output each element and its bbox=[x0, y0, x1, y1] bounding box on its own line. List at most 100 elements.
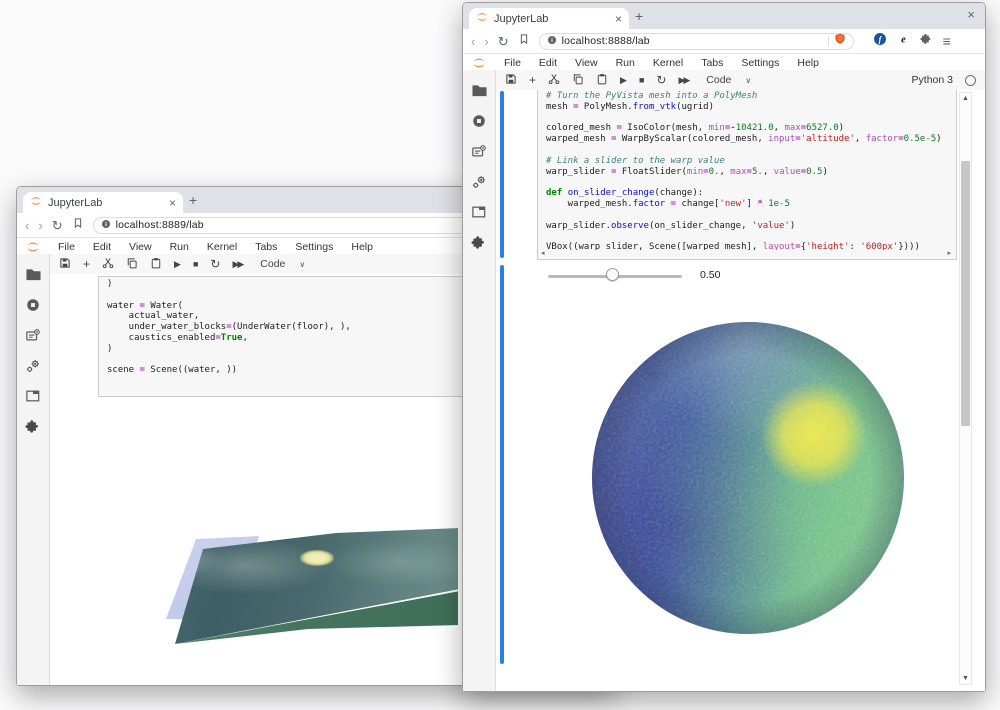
forward-button[interactable]: › bbox=[484, 35, 488, 48]
menu-tabs[interactable]: Tabs bbox=[246, 241, 286, 253]
menu-settings[interactable]: Settings bbox=[732, 57, 788, 69]
inspector-icon[interactable] bbox=[471, 144, 487, 159]
scroll-up-icon[interactable]: ▲ bbox=[960, 95, 971, 102]
menu-tabs[interactable]: Tabs bbox=[692, 57, 732, 69]
extensions-puzzle-icon[interactable] bbox=[920, 32, 933, 50]
browser-tab[interactable]: JupyterLab × bbox=[23, 192, 183, 213]
bookmark-icon[interactable] bbox=[72, 216, 84, 234]
stop-icon[interactable]: ■ bbox=[639, 76, 644, 85]
file-browser-icon[interactable] bbox=[471, 83, 488, 98]
run-all-icon[interactable]: ▶▶ bbox=[678, 76, 688, 85]
running-kernels-icon[interactable] bbox=[25, 297, 41, 313]
scrollbar-thumb[interactable] bbox=[961, 161, 970, 426]
running-kernels-icon[interactable] bbox=[471, 113, 487, 129]
menu-run[interactable]: Run bbox=[607, 57, 644, 69]
file-browser-icon[interactable] bbox=[25, 267, 42, 282]
globe-render[interactable] bbox=[591, 321, 905, 635]
notebook-scrollbar[interactable]: ▲ ▼ bbox=[959, 92, 972, 685]
extension-f-icon[interactable]: f bbox=[873, 32, 887, 51]
extensions-icon[interactable] bbox=[471, 234, 487, 250]
new-tab-button[interactable]: + bbox=[635, 8, 643, 24]
water-surface bbox=[96, 521, 458, 661]
save-icon[interactable] bbox=[59, 257, 71, 272]
browser-menu-icon[interactable]: ≡ bbox=[943, 34, 951, 48]
run-all-icon[interactable]: ▶▶ bbox=[232, 260, 242, 269]
code-cell[interactable]: # Turn the PyVista mesh into a PolyMeshm… bbox=[537, 90, 957, 260]
reload-button[interactable]: ↻ bbox=[52, 219, 63, 232]
slider-handle[interactable] bbox=[606, 268, 619, 281]
scroll-right-icon[interactable]: ▸ bbox=[947, 250, 951, 257]
restart-kernel-icon[interactable]: ↻ bbox=[656, 74, 666, 86]
cell-type-value: Code bbox=[706, 74, 731, 86]
back-button[interactable]: ‹ bbox=[471, 35, 475, 48]
menu-help[interactable]: Help bbox=[788, 57, 828, 69]
stop-icon[interactable]: ■ bbox=[193, 260, 198, 269]
bookmark-icon[interactable] bbox=[518, 32, 530, 50]
run-icon[interactable]: ▶ bbox=[620, 76, 627, 85]
cell-type-dropdown[interactable]: Code ∨ bbox=[706, 74, 751, 86]
code-editor[interactable]: ) water = Water( actual_water, under_wat… bbox=[107, 279, 462, 387]
scroll-down-icon[interactable]: ▼ bbox=[960, 675, 971, 682]
tab-strip: JupyterLab × + × bbox=[463, 3, 985, 29]
notebook-content: # Turn the PyVista mesh into a PolyMeshm… bbox=[496, 90, 985, 691]
menu-file[interactable]: File bbox=[49, 241, 84, 253]
brave-shield-icon[interactable] bbox=[834, 32, 846, 50]
cell-selection-bar[interactable] bbox=[500, 91, 504, 258]
menu-settings[interactable]: Settings bbox=[286, 241, 342, 253]
tab-close-icon[interactable]: × bbox=[615, 13, 622, 25]
restart-kernel-icon[interactable]: ↻ bbox=[210, 258, 220, 270]
site-info-icon[interactable] bbox=[547, 32, 557, 50]
extension-e-icon[interactable]: e bbox=[897, 32, 910, 51]
kernel-status-icon[interactable] bbox=[965, 75, 976, 86]
slider-readout: 0.50 bbox=[700, 269, 720, 281]
gears-icon[interactable] bbox=[25, 358, 41, 374]
cut-icon[interactable] bbox=[102, 257, 114, 272]
extensions-icon[interactable] bbox=[25, 418, 41, 434]
paste-icon[interactable] bbox=[596, 73, 608, 88]
menu-view[interactable]: View bbox=[566, 57, 607, 69]
open-tabs-icon[interactable] bbox=[25, 389, 41, 403]
urlbar-divider bbox=[828, 36, 829, 46]
gears-icon[interactable] bbox=[471, 174, 487, 190]
site-info-icon[interactable] bbox=[101, 216, 111, 234]
menu-kernel[interactable]: Kernel bbox=[198, 241, 246, 253]
menu-edit[interactable]: Edit bbox=[530, 57, 566, 69]
url-text: localhost:8888/lab bbox=[562, 35, 650, 47]
water-scene-render[interactable] bbox=[96, 521, 458, 661]
browser-tab[interactable]: JupyterLab × bbox=[469, 8, 629, 29]
scroll-left-icon[interactable]: ◂ bbox=[541, 250, 545, 257]
menu-kernel[interactable]: Kernel bbox=[644, 57, 692, 69]
insert-cell-icon[interactable]: + bbox=[83, 258, 90, 270]
run-icon[interactable]: ▶ bbox=[174, 260, 181, 269]
code-cell[interactable]: ) water = Water( actual_water, under_wat… bbox=[98, 276, 466, 397]
cut-icon[interactable] bbox=[548, 73, 560, 88]
inspector-icon[interactable] bbox=[25, 328, 41, 343]
reload-button[interactable]: ↻ bbox=[498, 35, 509, 48]
address-bar[interactable]: localhost:8888/lab bbox=[539, 33, 854, 50]
paste-icon[interactable] bbox=[150, 257, 162, 272]
open-tabs-icon[interactable] bbox=[471, 205, 487, 219]
jupyter-logo bbox=[25, 240, 41, 254]
cell-type-dropdown[interactable]: Code ∨ bbox=[260, 258, 305, 270]
forward-button[interactable]: › bbox=[38, 219, 42, 232]
new-tab-button[interactable]: + bbox=[189, 192, 197, 208]
code-editor[interactable]: # Turn the PyVista mesh into a PolyMeshm… bbox=[546, 91, 953, 250]
extension-icons: f e ≡ bbox=[873, 32, 951, 51]
window-close-button[interactable]: × bbox=[967, 7, 975, 22]
menu-help[interactable]: Help bbox=[342, 241, 382, 253]
save-icon[interactable] bbox=[505, 73, 517, 88]
menu-run[interactable]: Run bbox=[161, 241, 198, 253]
url-text: localhost:8889/lab bbox=[116, 219, 204, 231]
browser-window-front: JupyterLab × + × ‹ › ↻ localhost:8888/la… bbox=[462, 2, 986, 692]
back-button[interactable]: ‹ bbox=[25, 219, 29, 232]
menu-file[interactable]: File bbox=[495, 57, 530, 69]
tab-close-icon[interactable]: × bbox=[169, 197, 176, 209]
left-sidebar bbox=[463, 70, 496, 691]
copy-icon[interactable] bbox=[572, 73, 584, 88]
copy-icon[interactable] bbox=[126, 257, 138, 272]
menu-view[interactable]: View bbox=[120, 241, 161, 253]
insert-cell-icon[interactable]: + bbox=[529, 74, 536, 86]
kernel-name[interactable]: Python 3 bbox=[912, 74, 953, 86]
menu-edit[interactable]: Edit bbox=[84, 241, 120, 253]
output-selection-bar[interactable] bbox=[500, 265, 504, 664]
